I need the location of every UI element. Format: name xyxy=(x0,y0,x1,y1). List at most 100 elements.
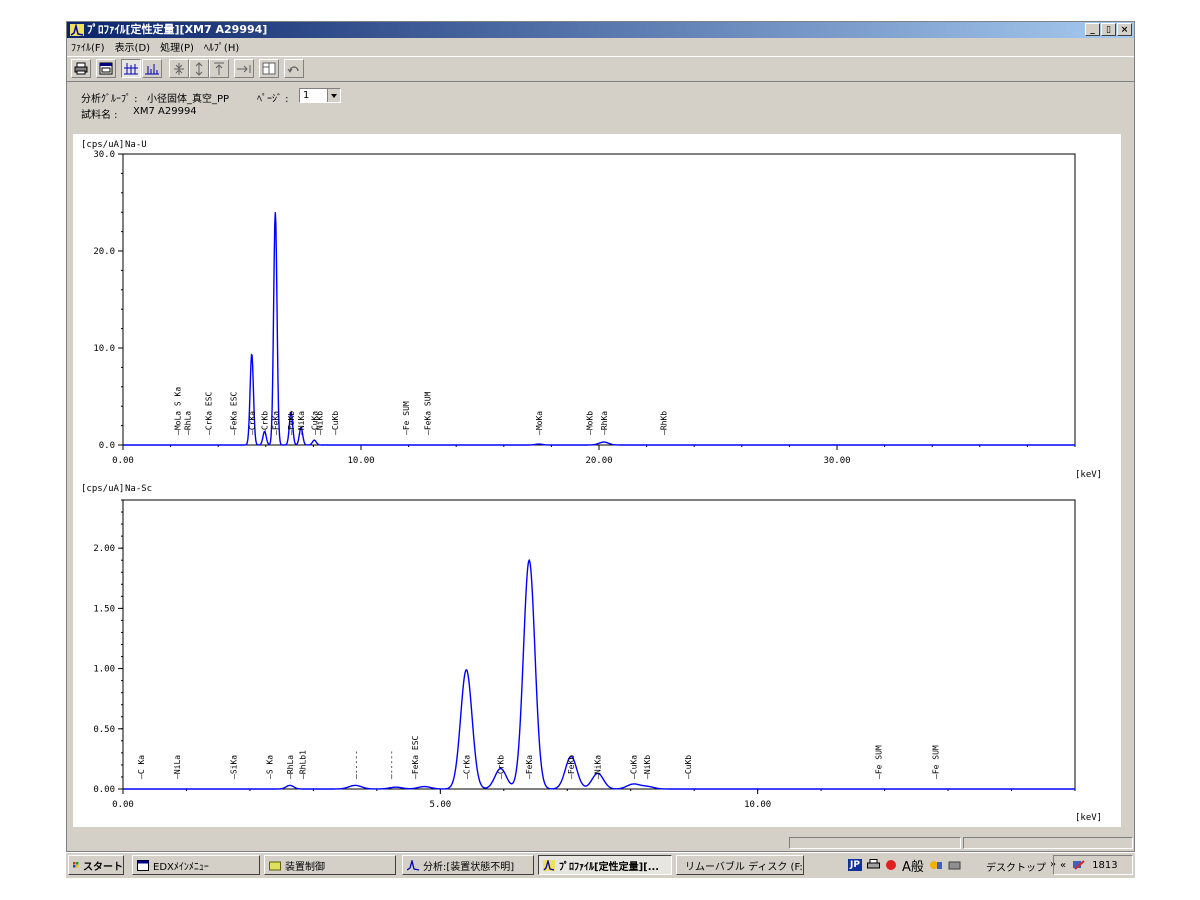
expand-vertical-icon xyxy=(195,61,203,76)
chart2: 0.00 0.50 1.00 1.50 2.00 0.00 5.00 10.00 —C Ka —N… xyxy=(93,499,1076,810)
peak-label: —CuKb xyxy=(684,755,693,779)
x-tick-label: 5.00 xyxy=(429,800,451,810)
peak-label: —CrKa xyxy=(462,755,471,779)
y-tick-label: 0.50 xyxy=(93,725,115,735)
peak-label: —CrKb xyxy=(497,755,506,779)
system-tray: « 1813 xyxy=(1053,855,1133,875)
chart1-title: Na-U xyxy=(125,140,147,150)
menu-process[interactable]: 処理(P) xyxy=(160,39,194,54)
plot-frame xyxy=(122,153,1076,446)
quick-tray: JP A般 xyxy=(848,855,962,875)
spectrum-line xyxy=(123,212,1075,446)
x-tick-label: 10.00 xyxy=(347,456,374,466)
toolbar xyxy=(67,56,1134,82)
taskbar-item-label: EDXﾒｲﾝﾒﾆｭｰ xyxy=(153,861,209,873)
peak-label: —C Ka xyxy=(137,755,146,779)
chevron-down-icon[interactable] xyxy=(327,89,340,102)
network-icon[interactable] xyxy=(1072,859,1086,871)
print-button[interactable] xyxy=(71,59,91,78)
group-value: 小径固体_真空_PP xyxy=(147,94,230,105)
y-tick-label: 0.00 xyxy=(93,785,115,795)
x-tick-label: 10.00 xyxy=(744,800,771,810)
y-tick-label: 0.0 xyxy=(99,441,115,451)
app-window-icon xyxy=(137,859,149,871)
status-bar xyxy=(67,835,1134,851)
page-select-value: 1 xyxy=(303,90,310,101)
peak-label: —FeKa xyxy=(271,411,280,435)
fit-vertical-button[interactable] xyxy=(209,59,229,78)
peak-label: —FeKa SUM xyxy=(424,391,433,435)
peak-label: —S Ka xyxy=(266,755,275,779)
device-icon xyxy=(269,861,281,870)
ime-properties-icon[interactable] xyxy=(948,859,962,871)
page-select[interactable]: 1 xyxy=(299,88,341,103)
peak-label: —FeKa ESC xyxy=(230,391,239,435)
spectrum-charts[interactable]: [cps/uA] Na-U [keV] [cps/uA] Na-Sc [keV]… xyxy=(73,134,1121,827)
compress-vertical-icon xyxy=(174,62,184,75)
peak-label: —NiKb xyxy=(316,411,325,435)
ime-tool-icon[interactable] xyxy=(885,859,897,871)
taskbar-item-analysis[interactable]: 分析:[装置状態不明] xyxy=(402,855,534,875)
taskbar-item-profile[interactable]: ﾌﾟﾛﾌｧｲﾙ[定性定量][... xyxy=(538,855,672,875)
desktop-label[interactable]: デスクトップ xyxy=(986,859,1046,874)
peak-label: —FeKb xyxy=(287,411,296,435)
compress-vertical-button[interactable] xyxy=(169,59,189,78)
maximize-button[interactable]: ▯ xyxy=(1101,23,1116,36)
peak-label: —CuKb xyxy=(331,411,340,435)
preview-button[interactable] xyxy=(96,59,116,78)
title-bar[interactable]: ﾌﾟﾛﾌｧｲﾙ[定性定量][XM7 A29994] _ ▯ × xyxy=(67,22,1134,38)
spectrum-view-button[interactable] xyxy=(142,59,162,78)
peak-label: —NiKb xyxy=(643,755,652,779)
y-tick-label: 20.0 xyxy=(93,247,115,257)
peak-label: —MoKb xyxy=(585,411,594,435)
close-button[interactable]: × xyxy=(1117,23,1132,36)
printer-icon xyxy=(74,62,88,75)
menu-help[interactable]: ﾍﾙﾌﾟ(H) xyxy=(204,39,239,54)
peak-label: —RhKb xyxy=(659,411,668,435)
start-label: スタート xyxy=(83,861,123,873)
expand-vertical-button[interactable] xyxy=(189,59,209,78)
menu-view[interactable]: 表示(D) xyxy=(115,39,151,54)
peak-label: —SiKa xyxy=(229,755,238,779)
taskbar-item-removable-disk[interactable]: リムーバブル ディスク (F:) xyxy=(676,855,804,875)
x-tick-label: 20.00 xyxy=(585,456,612,466)
undo-icon xyxy=(287,66,299,73)
y-tick-label: 1.50 xyxy=(93,604,115,614)
ime-mode[interactable]: A般 xyxy=(902,856,924,875)
printer-icon[interactable] xyxy=(866,859,880,871)
taskbar-item-label: リムーバブル ディスク (F:) xyxy=(685,861,804,873)
menu-bar: ﾌｧｲﾙ(F) 表示(D) 処理(P) ﾍﾙﾌﾟ(H) xyxy=(67,38,1134,55)
fit-horizontal-button[interactable] xyxy=(234,59,254,78)
minimize-button[interactable]: _ xyxy=(1085,23,1100,36)
ime-pad-icon[interactable] xyxy=(929,859,943,871)
main-window: ﾌﾟﾛﾌｧｲﾙ[定性定量][XM7 A29994] _ ▯ × ﾌｧｲﾙ(F) … xyxy=(66,21,1135,852)
chevron-left-icon[interactable]: « xyxy=(1060,860,1066,871)
taskbar-item-label: 装置制御 xyxy=(285,861,325,873)
y-tick-label: 2.00 xyxy=(93,544,115,554)
overlay-view-button[interactable] xyxy=(121,59,141,78)
sample-value: XM7 A29994 xyxy=(133,106,197,117)
taskbar-item-edx-menu[interactable]: EDXﾒｲﾝﾒﾆｭｰ xyxy=(132,855,260,875)
ime-indicator[interactable]: JP xyxy=(848,859,862,871)
layout-button[interactable] xyxy=(259,59,279,78)
peak-label: —FeKa xyxy=(525,755,534,779)
page-label: ﾍﾟｰｼﾞ : xyxy=(257,94,289,105)
undo-button[interactable] xyxy=(284,59,304,78)
y-tick-label: 1.00 xyxy=(93,665,115,675)
peak-label: —Fe SUM xyxy=(402,401,411,435)
plot-panel: [cps/uA] Na-U [keV] [cps/uA] Na-Sc [keV]… xyxy=(73,134,1121,827)
peak-label: —FeKb xyxy=(567,755,576,779)
y-tick-label: 10.0 xyxy=(93,344,115,354)
menu-file[interactable]: ﾌｧｲﾙ(F) xyxy=(71,39,105,54)
taskbar-item-label: ﾌﾟﾛﾌｧｲﾙ[定性定量][... xyxy=(559,861,660,873)
desktop-toolbar[interactable]: デスクトップ » xyxy=(986,859,1056,874)
peak-label: —FeKa ESC xyxy=(411,735,420,779)
start-button[interactable]: スタート xyxy=(68,855,124,875)
analysis-spectrum-icon xyxy=(407,859,419,871)
peak-label: —NiKa xyxy=(594,755,603,779)
peak-label: —CuKa xyxy=(629,755,638,779)
taskbar: スタート EDXﾒｲﾝﾒﾆｭｰ 装置制御 分析:[装置状態不明] ﾌﾟﾛﾌｧｲﾙ… xyxy=(66,852,1135,878)
peak-label: —MoKa xyxy=(535,411,544,435)
taskbar-item-device-control[interactable]: 装置制御 xyxy=(264,855,396,875)
taskbar-item-label: 分析:[装置状態不明] xyxy=(423,861,515,873)
